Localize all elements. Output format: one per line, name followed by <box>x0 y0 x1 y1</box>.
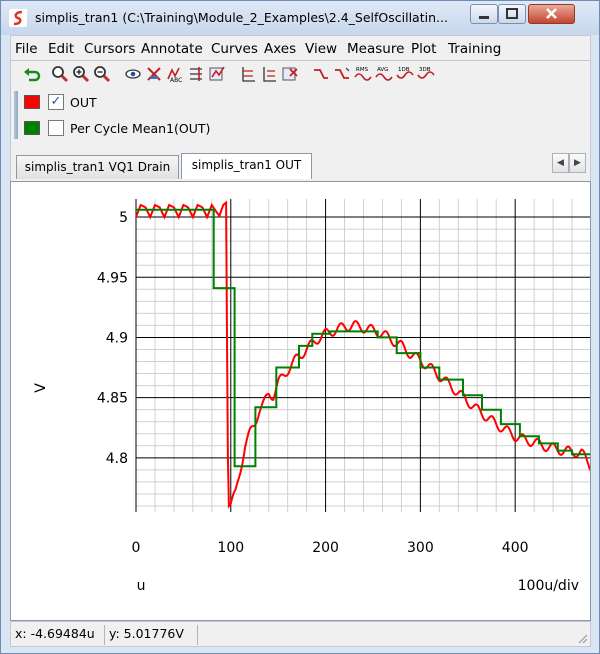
maximize-button[interactable] <box>498 4 526 24</box>
x-tick-label: 400 <box>502 540 529 556</box>
edit-curves-icon[interactable] <box>208 65 226 83</box>
close-icon <box>546 8 557 19</box>
x-tick-label: 300 <box>407 540 434 556</box>
menu-cursors[interactable]: Cursors <box>84 41 135 57</box>
svg-text:ABC: ABC <box>170 77 182 83</box>
chevron-left-icon: ◀ <box>557 158 564 168</box>
minimize-button[interactable] <box>470 4 498 24</box>
menu-curves[interactable]: Curves <box>211 41 258 57</box>
status-bar: x: -4.69484u y: 5.01776V <box>10 621 591 647</box>
avg-label: AVG <box>377 67 388 73</box>
legend-swatch-mean[interactable] <box>24 121 40 135</box>
cursor-y-readout: y: 5.01776V <box>109 626 184 641</box>
tab-strip: simplis_tran1 VQ1 Drain simplis_tran1 OU… <box>10 143 591 181</box>
x-tick-label: 100 <box>217 540 244 556</box>
stack-axes-icon[interactable] <box>239 65 257 83</box>
undo-icon[interactable] <box>23 65 41 83</box>
menu-bar: File Edit Cursors Annotate Curves Axes V… <box>10 35 591 61</box>
chevron-right-icon: ▶ <box>574 158 581 168</box>
menu-file[interactable]: File <box>15 41 38 57</box>
zoom-in-icon[interactable] <box>72 65 90 83</box>
hide-curve-icon[interactable] <box>145 65 163 83</box>
chart-grid <box>135 199 592 512</box>
db-icon[interactable]: 1DB <box>396 65 414 83</box>
x-tick-label: 0 <box>132 540 141 556</box>
menu-annotate[interactable]: Annotate <box>141 41 203 57</box>
window-title: simplis_tran1 (C:\Training\Module_2_Exam… <box>35 10 448 25</box>
x-tick-label: 200 <box>312 540 339 556</box>
menu-axes[interactable]: Axes <box>264 41 296 57</box>
curve-legend: ✓ OUT Per Cycle Mean1(OUT) <box>10 87 591 143</box>
show-curve-icon[interactable] <box>124 65 142 83</box>
simplis-logo-icon <box>9 9 27 27</box>
x-axis-ticks: 0 100 200 300 400 <box>132 540 529 556</box>
tab-scroll-right-button[interactable]: ▶ <box>569 153 586 173</box>
menu-plot[interactable]: Plot <box>411 41 436 57</box>
legend-checkbox-out[interactable]: ✓ <box>48 94 64 110</box>
y-tick-label: 4.85 <box>97 391 128 407</box>
legend-grip[interactable] <box>14 91 18 139</box>
title-bar[interactable]: simplis_tran1 (C:\Training\Module_2_Exam… <box>1 1 599 35</box>
tab-out[interactable]: simplis_tran1 OUT <box>181 153 312 179</box>
separate-axes-icon[interactable] <box>260 65 278 83</box>
app-window: simplis_tran1 (C:\Training\Module_2_Exam… <box>0 0 600 654</box>
menu-measure[interactable]: Measure <box>347 41 404 57</box>
legend-label-out: OUT <box>70 95 97 110</box>
plot-area[interactable]: 5 4.95 4.9 4.85 4.8 0 100 200 300 400 V u 100u/d… <box>10 181 592 621</box>
status-separator <box>104 625 105 645</box>
delete-axes-icon[interactable] <box>281 65 299 83</box>
y-axis-label: V <box>33 383 49 393</box>
menu-view[interactable]: View <box>305 41 337 57</box>
y-tick-label: 4.95 <box>97 270 128 286</box>
y-tick-label: 4.8 <box>106 451 128 467</box>
x-axis-label: u <box>137 578 146 594</box>
menu-edit[interactable]: Edit <box>48 41 74 57</box>
tab-vq1-drain[interactable]: simplis_tran1 VQ1 Drain <box>16 155 179 179</box>
cursor-step-icon[interactable] <box>312 65 330 83</box>
legend-label-mean: Per Cycle Mean1(OUT) <box>70 121 211 136</box>
status-separator <box>197 625 198 645</box>
cursor-x-readout: x: -4.69484u <box>15 626 95 641</box>
avg-icon[interactable]: AVG <box>375 65 393 83</box>
rms-label: RMS <box>356 67 369 73</box>
legend-swatch-out[interactable] <box>24 95 40 109</box>
zoom-out-icon[interactable] <box>93 65 111 83</box>
rms-icon[interactable]: RMS <box>354 65 372 83</box>
menu-training[interactable]: Training <box>448 41 501 57</box>
maximize-icon <box>506 8 518 19</box>
curve-abc-icon[interactable]: ABC <box>166 65 184 83</box>
x-div-label: 100u/div <box>518 578 579 594</box>
minimize-icon <box>479 16 489 19</box>
3db-icon[interactable]: 3DB <box>417 65 435 83</box>
close-button[interactable] <box>528 4 575 24</box>
cursor-step-down-icon[interactable] <box>333 65 351 83</box>
resize-grip-icon[interactable] <box>576 632 588 644</box>
zoom-box-icon[interactable] <box>51 65 69 83</box>
legend-checkbox-mean[interactable] <box>48 120 64 136</box>
tab-scroll-left-button[interactable]: ◀ <box>552 153 569 173</box>
add-grid-icon[interactable] <box>187 65 205 83</box>
waveform-chart[interactable]: 5 4.95 4.9 4.85 4.8 0 100 200 300 400 V u 100u/d… <box>11 182 592 620</box>
y-tick-label: 5 <box>119 210 128 226</box>
toolbar: ABC RMS AVG 1DB 3DB <box>10 61 591 87</box>
y-axis-ticks: 5 4.95 4.9 4.85 4.8 <box>97 210 128 467</box>
y-tick-label: 4.9 <box>106 330 128 346</box>
